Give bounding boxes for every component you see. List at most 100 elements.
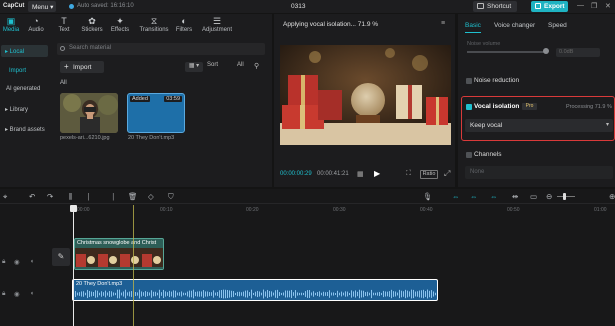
- waveform-bar: [235, 292, 236, 296]
- vocal-mode-select[interactable]: Keep vocal ▾: [465, 119, 613, 132]
- channels-checkbox[interactable]: [466, 152, 472, 158]
- waveform-bar: [433, 291, 434, 297]
- waveform-bar: [199, 291, 200, 297]
- hide-icon[interactable]: ◉: [14, 258, 20, 266]
- playhead-handle[interactable]: [70, 205, 77, 212]
- menu-button[interactable]: Menu ▾: [28, 1, 56, 12]
- waveform-bar: [341, 291, 342, 297]
- tab-voice-changer[interactable]: Voice changer: [494, 22, 535, 29]
- zoom-slider[interactable]: [557, 196, 575, 197]
- waveform-bar: [311, 292, 312, 296]
- undo-icon[interactable]: ↶: [29, 192, 35, 201]
- zoom-out-icon[interactable]: ⊖: [546, 192, 552, 201]
- maximize-icon[interactable]: ❐: [591, 2, 597, 10]
- align-icon[interactable]: ⇹: [512, 192, 518, 201]
- playhead[interactable]: [73, 205, 74, 326]
- project-title: 0313: [291, 3, 306, 10]
- shield-icon[interactable]: ⛉: [168, 192, 174, 202]
- channels-select[interactable]: None: [465, 166, 613, 179]
- media-thumbnail-image[interactable]: [60, 93, 118, 133]
- waveform-bar: [315, 292, 316, 296]
- redo-icon[interactable]: ↷: [47, 192, 53, 201]
- split-left-icon[interactable]: ⎸: [88, 192, 96, 202]
- split-icon[interactable]: ⫼: [69, 192, 72, 202]
- noise-reduction-checkbox[interactable]: [466, 78, 472, 84]
- microphone-icon[interactable]: 🎙: [423, 192, 433, 201]
- menu-icon[interactable]: ≡: [441, 20, 445, 27]
- close-icon[interactable]: ✕: [605, 2, 611, 10]
- hide-icon[interactable]: ◉: [14, 290, 20, 298]
- waveform-bar: [89, 290, 90, 298]
- select-tool-icon[interactable]: ⌖: [3, 192, 7, 202]
- waveform-bar: [317, 292, 318, 296]
- crop-icon[interactable]: ⛶: [406, 170, 411, 178]
- lock-icon[interactable]: 🔒︎: [2, 258, 5, 266]
- tab-basic[interactable]: Basic: [465, 22, 481, 29]
- tab-adjustment[interactable]: ☰ Adjustment: [199, 16, 235, 33]
- audio-clip[interactable]: [72, 279, 438, 301]
- view-mode-button[interactable]: ▦ ▾: [185, 62, 203, 72]
- menu-label: Menu: [32, 4, 49, 11]
- waveform-bar: [147, 291, 148, 297]
- waveform-bar: [429, 290, 430, 298]
- waveform-bar: [333, 292, 334, 296]
- sidebar-item-ai-generated[interactable]: AI generated: [1, 83, 48, 95]
- fullscreen-icon[interactable]: ⤢: [444, 169, 450, 179]
- video-frame: [280, 45, 451, 145]
- sidebar-item-library[interactable]: ▸ Library: [1, 103, 48, 115]
- volume-slider[interactable]: [467, 51, 547, 53]
- sidebar-item-import[interactable]: Import: [1, 65, 48, 77]
- minimize-icon[interactable]: —: [577, 2, 584, 9]
- tab-stickers[interactable]: ✿ Stickers: [77, 16, 107, 33]
- tab-audio[interactable]: ◔ Audio: [21, 16, 51, 33]
- sidebar-item-brand-assets[interactable]: ▸ Brand assets: [1, 123, 48, 135]
- tab-speed[interactable]: Speed: [548, 22, 567, 29]
- export-button[interactable]: Export: [531, 1, 568, 12]
- waveform-bar: [281, 292, 282, 296]
- waveform-bar: [277, 289, 278, 299]
- volume-slider-handle[interactable]: [543, 48, 549, 54]
- link-audio-icon[interactable]: ⇔: [470, 192, 478, 201]
- link-main-track-icon[interactable]: ⇔: [452, 192, 460, 201]
- photo-preview: [60, 93, 118, 133]
- grid-icon[interactable]: ▦: [357, 170, 364, 178]
- waveform-bar: [97, 290, 98, 298]
- sidebar-item-local[interactable]: ▸ Local: [1, 45, 48, 57]
- cover-button[interactable]: ✎: [52, 248, 70, 266]
- delete-icon[interactable]: 🗑: [128, 192, 138, 201]
- tab-transitions[interactable]: ⧖ Transitions: [137, 16, 171, 33]
- ratio-button[interactable]: Ratio: [420, 170, 438, 179]
- search-input[interactable]: Search material: [57, 43, 265, 55]
- filter-all-button[interactable]: All: [237, 62, 250, 72]
- tab-text[interactable]: T Text: [49, 16, 79, 33]
- lock-icon[interactable]: 🔒︎: [2, 290, 5, 298]
- plus-icon: +: [64, 62, 69, 71]
- import-button[interactable]: + Import: [60, 61, 104, 73]
- video-preview[interactable]: [280, 45, 451, 145]
- tab-filters[interactable]: ◐ Filters: [169, 16, 199, 33]
- waveform-bar: [225, 289, 226, 299]
- waveform-bar: [319, 291, 320, 297]
- volume-value[interactable]: 0.0dB: [556, 48, 600, 57]
- vocal-isolation-checkbox[interactable]: [466, 104, 472, 110]
- mute-icon[interactable]: ◖: [30, 258, 34, 265]
- play-button[interactable]: ▶: [374, 169, 380, 178]
- waveform-bar: [403, 291, 404, 297]
- shortcut-button[interactable]: Shortcut: [473, 1, 517, 12]
- waveform-bar: [151, 290, 152, 298]
- sort-button[interactable]: Sort: [207, 62, 226, 72]
- link-preview-icon[interactable]: ⇔: [490, 192, 498, 201]
- waveform-bar: [371, 289, 372, 299]
- waveform-bar: [289, 290, 290, 298]
- mute-icon[interactable]: ◖: [30, 290, 34, 297]
- split-right-icon[interactable]: ⎹: [106, 192, 114, 202]
- zoom-in-icon[interactable]: ⊕: [609, 192, 615, 201]
- filter-icon[interactable]: ⚲: [254, 62, 264, 72]
- waveform-bar: [115, 292, 116, 296]
- caption-icon[interactable]: ▭: [530, 192, 537, 201]
- media-thumbnail-audio[interactable]: Added 03:59: [127, 93, 185, 133]
- tab-effects[interactable]: ✦ Effects: [105, 16, 135, 33]
- zoom-slider-handle[interactable]: [563, 193, 566, 200]
- freeze-icon[interactable]: ◇: [148, 192, 154, 201]
- waveform-bar: [325, 292, 326, 296]
